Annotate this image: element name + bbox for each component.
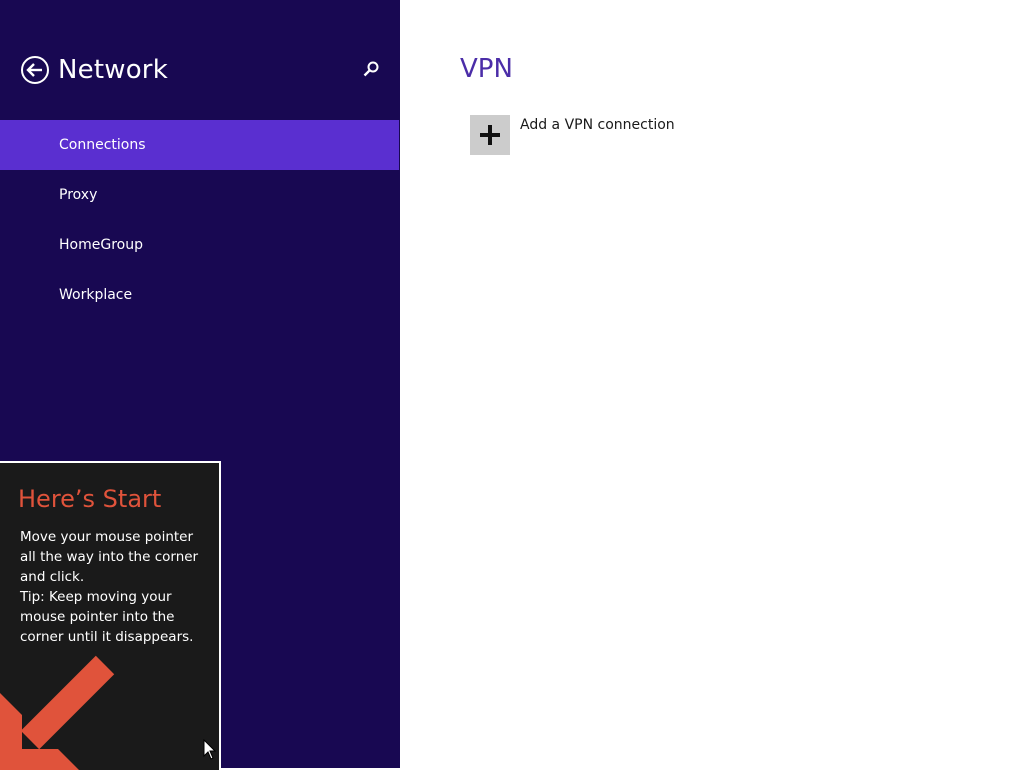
tip-line: all the way into the corner — [20, 549, 199, 565]
search-icon — [363, 61, 379, 77]
sidebar-header: Network — [20, 52, 168, 88]
page-title: Network — [58, 55, 168, 85]
start-tip-panel: Here’s Start Move your mouse pointer all… — [0, 461, 221, 770]
tip-line: and click. — [20, 569, 85, 585]
search-button[interactable] — [360, 58, 382, 80]
mouse-pointer-icon — [203, 739, 217, 760]
tip-line: Move your mouse pointer — [20, 529, 194, 545]
sidebar-nav: Connections Proxy HomeGroup Workplace — [0, 120, 399, 320]
corner-arrow-icon — [0, 655, 115, 770]
tip-body: Move your mouse pointer all the way into… — [20, 527, 200, 647]
back-arrow-icon — [21, 56, 49, 84]
sidebar-item-homegroup[interactable]: HomeGroup — [0, 220, 399, 270]
add-box[interactable] — [470, 115, 510, 155]
tip-line: corner until it disappears. — [20, 629, 194, 645]
tip-line: Tip: Keep moving your — [20, 589, 172, 605]
back-button[interactable] — [20, 55, 50, 85]
tip-title: Here’s Start — [18, 485, 162, 513]
vpn-content: VPN Add a VPN connection — [400, 0, 1024, 768]
add-vpn-label[interactable]: Add a VPN connection — [520, 117, 675, 133]
plus-icon — [480, 125, 500, 145]
tip-line: mouse pointer into the — [20, 609, 175, 625]
sidebar-item-workplace[interactable]: Workplace — [0, 270, 399, 320]
sidebar-item-connections[interactable]: Connections — [0, 120, 399, 170]
sidebar-item-proxy[interactable]: Proxy — [0, 170, 399, 220]
add-vpn-button[interactable]: Add a VPN connection — [470, 115, 675, 155]
section-title: VPN — [460, 54, 513, 84]
